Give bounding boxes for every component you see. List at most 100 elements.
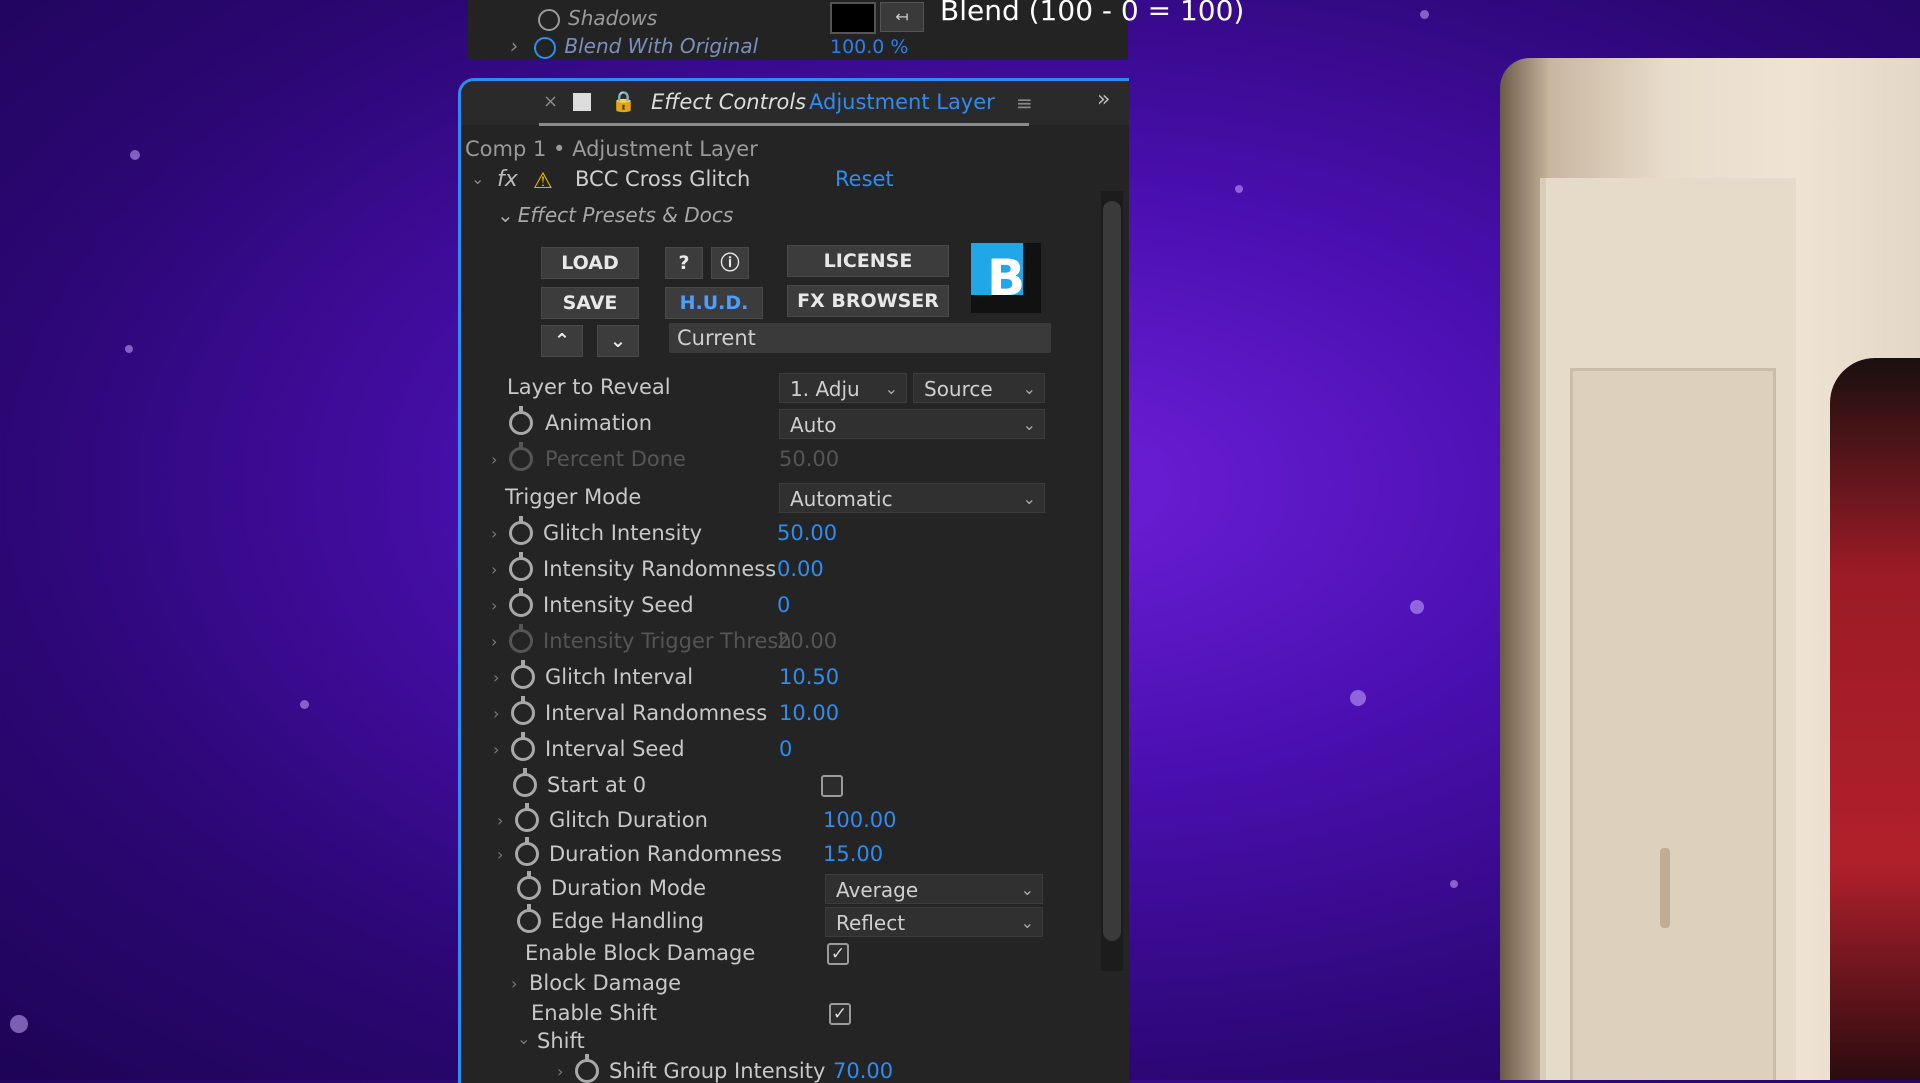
panel-menu-icon[interactable]: ≡ [1016,91,1033,115]
twirl-open-icon[interactable]: ⌄ [471,169,484,188]
twirl-icon[interactable]: › [491,632,497,651]
shadows-row: Shadows [538,6,657,31]
shadows-color-swatch[interactable] [830,2,876,34]
effect-header-row: ⌄ fx ⚠ BCC Cross Glitch Reset [471,167,1111,197]
param-value[interactable]: 15.00 [823,842,883,866]
edge-handling-dropdown[interactable]: Reflect ⌄ [825,907,1043,937]
background-star [125,345,133,353]
stopwatch-icon[interactable] [509,406,533,435]
scrollbar-thumb[interactable] [1103,201,1121,941]
dropdown-value: Automatic [790,487,893,511]
twirl-open-icon[interactable]: ⌄ [497,203,514,227]
preset-up-button[interactable]: ⌃ [541,325,583,357]
param-value[interactable]: 0 [779,737,792,761]
param-value[interactable]: 0.00 [777,557,824,581]
load-button[interactable]: LOAD [541,247,639,279]
blend-with-original-value[interactable]: 100.0 % [830,36,909,58]
warning-icon: ⚠ [533,169,553,194]
fx-browser-button[interactable]: FX BROWSER [787,285,949,317]
stopwatch-icon[interactable] [515,803,539,832]
door-handle [1660,848,1670,928]
param-label: Interval Seed [545,737,685,761]
stopwatch-icon[interactable] [538,8,560,31]
layer-source-dropdown[interactable]: Source ⌄ [913,373,1045,403]
stopwatch-icon[interactable] [517,871,541,900]
param-glitch-duration: › Glitch Duration 100.00 [461,803,1101,838]
param-value: 50.00 [779,447,840,471]
param-value[interactable]: 50.00 [777,521,837,545]
stopwatch-icon[interactable] [509,588,533,617]
breadcrumb: Comp 1 • Adjustment Layer [465,137,758,161]
trigger-mode-dropdown[interactable]: Automatic ⌄ [779,483,1045,513]
stopwatch-icon[interactable] [575,1054,599,1083]
twirl-icon[interactable]: › [491,450,497,469]
param-value[interactable]: 10.50 [779,665,839,689]
param-value: 20.00 [777,629,838,653]
tab-layer-name[interactable]: Adjustment Layer [809,90,995,114]
param-value[interactable]: 0 [777,593,790,617]
current-preset-field[interactable]: Current [669,323,1051,353]
stopwatch-icon[interactable] [509,516,533,545]
twirl-icon[interactable]: › [497,811,503,830]
twirl-icon[interactable]: › [510,34,518,58]
param-glitch-intensity: › Glitch Intensity 50.00 [461,516,1101,551]
start-at-0-checkbox[interactable] [821,775,843,797]
enable-block-damage-checkbox[interactable]: ✓ [827,943,849,965]
stopwatch-icon[interactable] [513,768,537,797]
background-star [1350,690,1366,706]
background-star [1420,10,1429,19]
chevron-down-icon: ⌄ [884,379,898,398]
stopwatch-icon[interactable] [534,36,557,59]
animation-dropdown[interactable]: Auto ⌄ [779,409,1045,439]
info-button[interactable]: ⓘ [711,247,749,279]
group-block-damage[interactable]: › Block Damage [461,971,1101,1001]
fx-toggle-icon[interactable]: fx [497,167,518,192]
stopwatch-icon[interactable] [511,696,535,725]
close-icon[interactable]: × [543,91,558,112]
param-value[interactable]: 10.00 [779,701,839,725]
blend-with-original-label: Blend With Original [564,34,759,58]
eyedropper-icon[interactable]: ↤ [880,2,924,32]
param-value[interactable]: 70.00 [833,1059,893,1083]
lock-icon[interactable]: 🔒 [611,89,636,113]
twirl-icon[interactable]: › [493,668,499,687]
license-button[interactable]: LICENSE [787,245,949,277]
stopwatch-icon[interactable] [517,904,541,933]
enable-shift-checkbox[interactable]: ✓ [829,1003,851,1025]
effect-presets-section[interactable]: ⌄ Effect Presets & Docs [497,203,733,227]
param-value[interactable]: 100.00 [823,808,896,832]
twirl-icon[interactable]: › [491,596,497,615]
tab-effect-controls[interactable]: Effect Controls [651,90,806,114]
param-label: Duration Mode [551,876,707,900]
twirl-icon[interactable]: › [491,524,497,543]
twirl-icon[interactable]: › [491,560,497,579]
twirl-icon[interactable]: › [511,974,517,993]
stopwatch-icon [509,442,533,471]
background-star [1450,880,1458,888]
help-button[interactable]: ? [665,247,703,279]
save-button[interactable]: SAVE [541,287,639,319]
more-panels-icon[interactable]: » [1097,87,1110,112]
twirl-icon[interactable]: › [497,845,503,864]
stopwatch-icon[interactable] [511,660,535,689]
twirl-open-icon[interactable]: ⌄ [517,1029,530,1048]
twirl-icon[interactable]: › [493,704,499,723]
reset-button[interactable]: Reset [835,167,894,191]
preset-down-button[interactable]: ⌄ [597,325,639,357]
param-intensity-trigger-thresh: › Intensity Trigger Thresh 20.00 [461,624,1101,659]
twirl-icon[interactable]: › [557,1062,563,1081]
blend-row: › Blend With Original [510,34,758,59]
twirl-icon[interactable]: › [493,740,499,759]
param-intensity-seed: › Intensity Seed 0 [461,588,1101,623]
param-label: Intensity Trigger Thresh [543,629,792,653]
group-shift[interactable]: ⌄ Shift [461,1029,1101,1059]
layer-to-reveal-dropdown[interactable]: 1. Adju ⌄ [779,373,907,403]
stopwatch-icon[interactable] [509,552,533,581]
param-label: Intensity Seed [543,593,694,617]
param-label: Shift [537,1029,585,1053]
stopwatch-icon[interactable] [511,732,535,761]
stopwatch-icon[interactable] [515,837,539,866]
duration-mode-dropdown[interactable]: Average ⌄ [825,874,1043,904]
stopwatch-icon [509,624,533,653]
hud-button[interactable]: H.U.D. [665,287,763,319]
